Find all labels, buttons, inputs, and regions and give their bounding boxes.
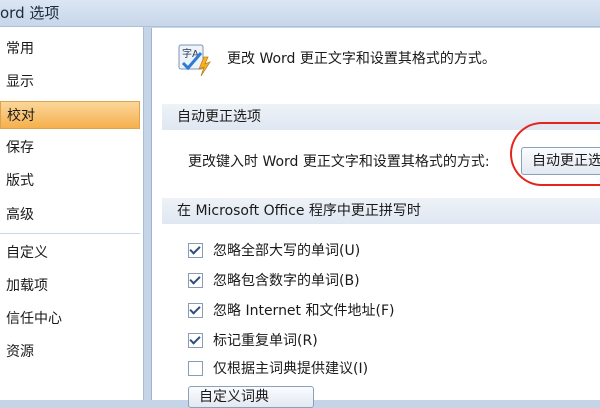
main-panel: 字A 更改 Word 更正文字和设置其格式的方式。 自动更正选项 更改键入时 W… — [151, 28, 600, 408]
autocorrect-description: 更改键入时 Word 更正文字和设置其格式的方式: — [188, 154, 490, 170]
sidebar-item-advanced[interactable]: 高级 — [0, 201, 140, 229]
option-ignore-numbers[interactable]: 忽略包含数字的单词(B) — [188, 270, 360, 290]
option-label: 忽略全部大写的单词(U) — [213, 243, 361, 259]
sidebar-item-trust-center[interactable]: 信任中心 — [0, 305, 140, 333]
option-flag-repeated[interactable]: 标记重复单词(R) — [188, 330, 318, 350]
option-label: 忽略 Internet 和文件地址(F) — [213, 303, 395, 319]
sidebar-item-display[interactable]: 显示 — [0, 68, 140, 96]
option-ignore-uppercase[interactable]: 忽略全部大写的单词(U) — [188, 240, 360, 260]
sidebar-item-save[interactable]: 保存 — [0, 134, 140, 162]
checkbox-checked[interactable] — [188, 242, 203, 258]
option-label: 标记重复单词(R) — [213, 333, 318, 349]
autocorrect-abc-icon: 字A — [178, 44, 212, 77]
option-label: 仅根据主词典提供建议(I) — [213, 361, 369, 377]
title-bar: ord 选项 — [0, 0, 600, 27]
sidebar-separator — [0, 233, 140, 234]
sidebar-item-resources[interactable]: 资源 — [0, 338, 140, 366]
checkbox-checked[interactable] — [188, 332, 203, 348]
sidebar-item-layout[interactable]: 版式 — [0, 167, 140, 195]
page-header-text: 更改 Word 更正文字和设置其格式的方式。 — [227, 51, 496, 67]
option-ignore-internet[interactable]: 忽略 Internet 和文件地址(F) — [188, 300, 394, 320]
sidebar-item-general[interactable]: 常用 — [0, 35, 140, 63]
sidebar: 常用 显示 校对 保存 版式 高级 自定义 加载项 信任中心 资源 — [0, 27, 144, 400]
sidebar-item-addins[interactable]: 加载项 — [0, 272, 140, 300]
option-main-dict-only[interactable]: 仅根据主词典提供建议(I) — [188, 358, 368, 378]
option-label: 忽略包含数字的单词(B) — [213, 273, 360, 289]
sidebar-item-customize[interactable]: 自定义 — [0, 239, 140, 267]
highlight-ellipse — [510, 122, 600, 186]
window-title: ord 选项 — [0, 4, 60, 22]
custom-dictionaries-button[interactable]: 自定义词典(C)... — [188, 386, 314, 408]
checkbox-checked[interactable] — [188, 302, 203, 318]
sidebar-item-proofing[interactable]: 校对 — [0, 101, 140, 129]
checkbox-unchecked[interactable] — [188, 360, 203, 376]
checkbox-checked[interactable] — [188, 272, 203, 288]
section-spelling-title: 在 Microsoft Office 程序中更正拼写时 — [162, 198, 600, 224]
